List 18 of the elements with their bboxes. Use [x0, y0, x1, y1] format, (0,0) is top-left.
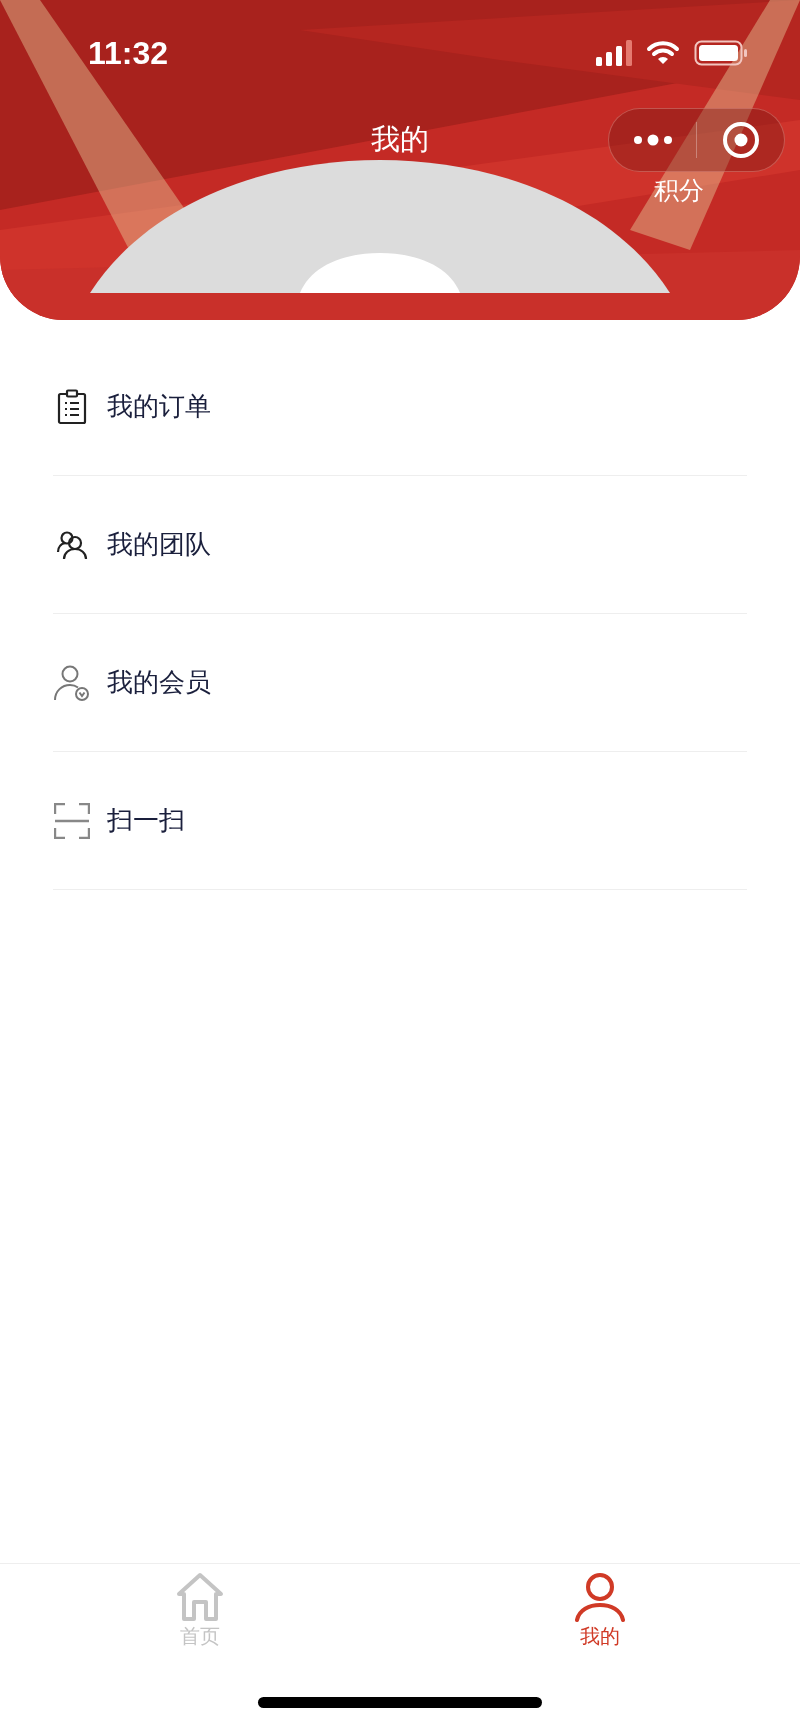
user-check-icon	[53, 663, 91, 702]
battery-icon	[694, 40, 748, 66]
scan-icon	[54, 802, 90, 839]
menu-item[interactable]: 扫一扫	[53, 752, 747, 890]
wifi-icon	[646, 40, 680, 66]
signal-icon	[596, 40, 632, 66]
more-icon[interactable]	[632, 134, 673, 146]
home-icon	[174, 1572, 226, 1622]
tab-item[interactable]: 我的	[400, 1564, 800, 1653]
menu-item[interactable]: 我的团队	[53, 476, 747, 614]
people-icon	[56, 529, 88, 560]
menu-item[interactable]: 我的订单	[53, 338, 747, 476]
menu-item[interactable]: 我的会员	[53, 614, 747, 752]
page-title: 我的	[371, 121, 429, 159]
user-icon	[574, 1572, 626, 1622]
status-time: 11:32	[88, 34, 169, 73]
points-label: 积分	[654, 175, 704, 207]
clipboard-icon	[57, 388, 87, 425]
